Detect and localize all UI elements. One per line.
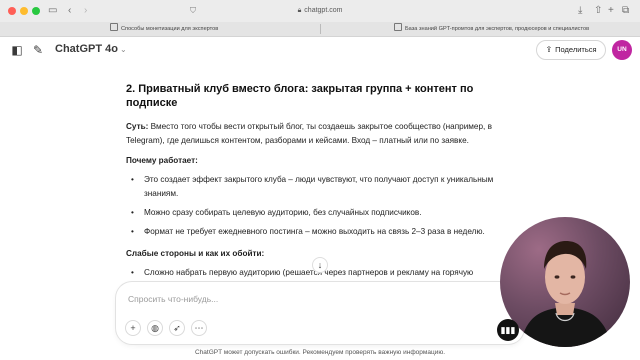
download-icon[interactable]: ⤓ [578, 4, 582, 18]
forward-arrow-icon[interactable]: › [84, 4, 87, 18]
share-button[interactable]: ⇪ Поделиться [536, 40, 606, 60]
essence-label: Суть: [126, 122, 149, 131]
tab-overview-icon[interactable]: ⧉ [622, 4, 629, 18]
section-heading: 2. Приватный клуб вместо блога: закрытая… [126, 83, 474, 109]
prompt-input[interactable] [126, 291, 510, 307]
scroll-down-arrow-icon[interactable]: ↓ [312, 257, 328, 273]
avatar[interactable]: UN [612, 40, 632, 60]
share-icon: ⇪ [545, 45, 553, 54]
list-item: Это создает эффект закрытого клуба – люд… [126, 173, 521, 201]
composer: + ◍ ➶ ⋯ [116, 282, 524, 344]
tools-icon[interactable]: ➶ [169, 320, 185, 336]
tab-monetization[interactable]: Способы монетизации для экспертов [110, 22, 330, 36]
browser-titlebar: ▭ ‹ › ⛉ 🔒︎ chatgpt.com ⤓ ⇧ + ⧉ [0, 0, 640, 23]
webcam-overlay [500, 217, 630, 347]
voice-mode-icon[interactable]: ▮▮▮ [497, 319, 519, 341]
presenter-video [520, 241, 612, 347]
share-label: Поделиться [555, 45, 597, 54]
minimize-window-button[interactable] [20, 7, 28, 15]
tab-title: База знаний GPT-промтов для экспертов, п… [405, 26, 590, 32]
disclaimer-text: ChatGPT может допускать ошибки. Рекоменд… [194, 349, 446, 356]
essence-paragraph: Суть: Вместо того чтобы вести открытый б… [126, 120, 521, 148]
search-web-globe-icon[interactable]: ◍ [147, 320, 163, 336]
list-item: Формат не требует ежедневного постинга –… [126, 225, 521, 239]
sidebar-toggle-icon[interactable]: ▭ [48, 4, 57, 18]
why-heading: Почему работает: [126, 156, 198, 165]
favicon-icon [110, 23, 118, 31]
chevron-down-icon: ⌄ [119, 45, 127, 54]
tab-prompt-base[interactable]: База знаний GPT-промтов для экспертов, п… [394, 22, 634, 36]
model-name: ChatGPT 4o [55, 43, 118, 55]
presenter-neck [555, 303, 575, 315]
attach-plus-icon[interactable]: + [125, 320, 141, 336]
new-tab-icon[interactable]: + [608, 4, 614, 18]
essence-text: Вместо того чтобы вести открытый блог, т… [126, 122, 492, 145]
open-sidebar-icon[interactable]: ◧ [10, 43, 24, 57]
tab-divider [320, 24, 321, 34]
tab-title: Способы монетизации для экспертов [121, 26, 219, 32]
back-arrow-icon[interactable]: ‹ [68, 4, 71, 18]
lock-icon: 🔒︎ [297, 7, 302, 14]
new-chat-icon[interactable]: ✎ [31, 43, 45, 57]
maximize-window-button[interactable] [32, 7, 40, 15]
favicon-icon [394, 23, 402, 31]
why-list: Это создает эффект закрытого клуба – люд… [126, 173, 521, 239]
share-page-icon[interactable]: ⇧ [594, 4, 602, 18]
url-text: chatgpt.com [304, 7, 343, 14]
model-selector[interactable]: ChatGPT 4o ⌄ [55, 43, 127, 55]
address-bar[interactable]: ⛉ 🔒︎ chatgpt.com [190, 4, 450, 18]
more-options-icon[interactable]: ⋯ [191, 320, 207, 336]
privacy-shield-icon[interactable]: ⛉ [190, 4, 196, 18]
tab-bar: Способы монетизации для экспертов База з… [0, 22, 640, 37]
close-window-button[interactable] [8, 7, 16, 15]
list-item: Можно сразу собирать целевую аудиторию, … [126, 206, 521, 220]
